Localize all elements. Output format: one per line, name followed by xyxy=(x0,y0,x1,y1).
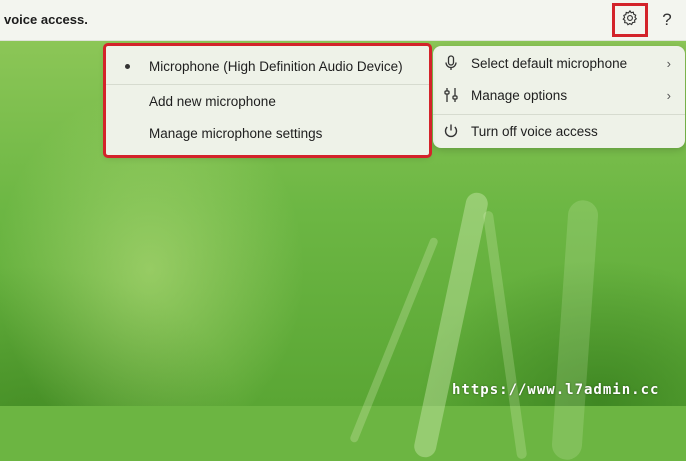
submenu-item-label: Microphone (High Definition Audio Device… xyxy=(149,58,403,74)
settings-menu: Select default microphone › Manage optio… xyxy=(433,46,685,148)
wallpaper-streak xyxy=(550,199,600,461)
menu-item-select-default-microphone[interactable]: Select default microphone › xyxy=(433,47,685,79)
voice-access-status-text: voice access. xyxy=(4,12,88,27)
watermark-text: https://www.l7admin.cc xyxy=(452,382,660,398)
chevron-right-icon: › xyxy=(666,55,671,71)
power-icon xyxy=(443,123,459,139)
settings-button[interactable] xyxy=(612,3,648,37)
menu-item-turn-off-voice-access[interactable]: Turn off voice access xyxy=(433,115,685,147)
submenu-item-label: Manage microphone settings xyxy=(149,125,323,141)
help-button[interactable]: ? xyxy=(656,8,678,32)
submenu-item-label: Add new microphone xyxy=(149,93,276,109)
wallpaper-streak xyxy=(482,210,528,460)
submenu-item-selected-microphone[interactable]: Microphone (High Definition Audio Device… xyxy=(106,50,429,82)
sliders-icon xyxy=(443,87,459,103)
question-icon: ? xyxy=(662,10,672,29)
menu-item-label: Manage options xyxy=(471,87,568,103)
microphone-icon xyxy=(443,55,459,71)
wallpaper-streak xyxy=(412,190,490,460)
menu-item-label: Select default microphone xyxy=(471,55,628,71)
menu-item-label: Turn off voice access xyxy=(471,123,598,139)
chevron-right-icon: › xyxy=(666,87,671,103)
submenu-item-manage-microphone-settings[interactable]: Manage microphone settings xyxy=(106,117,429,149)
microphone-submenu: Microphone (High Definition Audio Device… xyxy=(103,43,432,158)
submenu-item-add-new-microphone[interactable]: Add new microphone xyxy=(106,85,429,117)
selected-indicator-icon xyxy=(125,63,130,69)
voice-access-bar: voice access. ? xyxy=(0,0,686,41)
gear-icon xyxy=(621,9,639,32)
menu-item-manage-options[interactable]: Manage options › xyxy=(433,79,685,111)
